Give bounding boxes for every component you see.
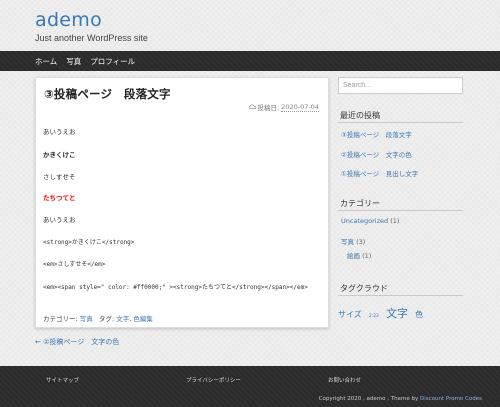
post-paragraph-red: たちつてと xyxy=(43,194,76,202)
tag-link[interactable]: 色編集 xyxy=(133,315,153,323)
post-code-line: <em><span style=" color: #ff0000;" ><str… xyxy=(43,284,308,291)
category-count: (1) xyxy=(390,217,400,225)
site-footer: サイトマップ プライバシーポリシー お問い合わせ Copyright 2020 … xyxy=(0,366,500,407)
tag-cloud-item[interactable]: 2:22 xyxy=(369,314,379,319)
tag-label: タグ: xyxy=(98,315,115,323)
categories-title: カテゴリー xyxy=(340,199,380,208)
site-title[interactable]: ademo xyxy=(35,9,102,31)
category-link[interactable]: 写真 xyxy=(80,315,93,323)
nav-item-home[interactable]: ホーム xyxy=(35,56,57,67)
search-input[interactable]: Search... xyxy=(338,77,463,94)
category-label: カテゴリー: xyxy=(43,315,78,323)
footer-link-sitemap[interactable]: サイトマップ xyxy=(46,376,79,384)
prev-post-link[interactable]: ← ②投稿ページ 文字の色 xyxy=(35,337,119,347)
post-meta: カテゴリー: 写真 タグ: 文字, 色編集 xyxy=(43,315,153,323)
tag-cloud-item[interactable]: 色 xyxy=(415,309,423,320)
copyright-text: Copyright 2020 , ademo , Theme by xyxy=(318,396,419,402)
clock-icon xyxy=(248,104,256,110)
category-item-child: 絵画 (1) xyxy=(347,250,371,260)
date-label: 投稿日: xyxy=(257,104,280,112)
site-description: Just another WordPress site xyxy=(35,33,148,43)
category-link[interactable]: Uncategorized xyxy=(341,217,388,225)
category-count: (1) xyxy=(362,252,372,260)
recent-posts-title: 最近の投稿 xyxy=(340,111,380,120)
nav-item-photo[interactable]: 写真 xyxy=(66,56,81,67)
main-nav: ホーム 写真 プロフィール xyxy=(0,51,500,71)
tag-cloud: サイズ 2:22 文字 色 xyxy=(338,302,425,321)
post-code-line: <strong>かきくけこ</strong> xyxy=(43,239,135,246)
category-item: Uncategorized (1) xyxy=(341,217,399,225)
theme-credit-link[interactable]: Discount Promo Codes xyxy=(420,396,482,402)
tag-cloud-item[interactable]: サイズ xyxy=(338,309,362,320)
divider xyxy=(338,210,463,211)
footer-copyright: Copyright 2020 , ademo , Theme by Discou… xyxy=(319,396,482,402)
post-code-line: <em>さしすせそ</em> xyxy=(43,261,106,268)
category-link[interactable]: 写真 xyxy=(341,238,354,246)
post-paragraph: さしすせそ xyxy=(43,173,76,181)
post-card: ③投稿ページ 段落文字 投稿日: 2020-07-04 あいうえお かきくけこ … xyxy=(35,77,329,328)
divider xyxy=(338,295,463,296)
post-paragraph-bold: かきくけこ xyxy=(43,151,76,159)
post-date: 投稿日: 2020-07-04 xyxy=(248,102,319,112)
tag-cloud-item[interactable]: 文字 xyxy=(386,305,408,321)
category-item: 写真 (3) xyxy=(341,236,365,246)
recent-post-link[interactable]: ①投稿ページ 見出し文字 xyxy=(341,168,418,178)
date-value: 2020-07-04 xyxy=(281,102,319,112)
tag-link[interactable]: 文字 xyxy=(116,315,129,323)
nav-item-profile[interactable]: プロフィール xyxy=(90,56,135,67)
divider xyxy=(338,122,463,123)
recent-post-link[interactable]: ③投稿ページ 段落文字 xyxy=(341,129,412,139)
site-header: ademo Just another WordPress site xyxy=(0,0,500,51)
category-count: (3) xyxy=(356,238,366,246)
recent-post-link[interactable]: ②投稿ページ 文字の色 xyxy=(341,149,412,159)
footer-link-contact[interactable]: お問い合わせ xyxy=(328,376,361,384)
post-title: ③投稿ページ 段落文字 xyxy=(44,87,171,101)
post-paragraph: あいうえお xyxy=(43,216,76,224)
footer-link-privacy[interactable]: プライバシーポリシー xyxy=(186,376,241,384)
tag-cloud-title: タグクラウド xyxy=(340,284,388,293)
post-paragraph: あいうえお xyxy=(43,128,76,136)
category-link[interactable]: 絵画 xyxy=(347,252,360,260)
